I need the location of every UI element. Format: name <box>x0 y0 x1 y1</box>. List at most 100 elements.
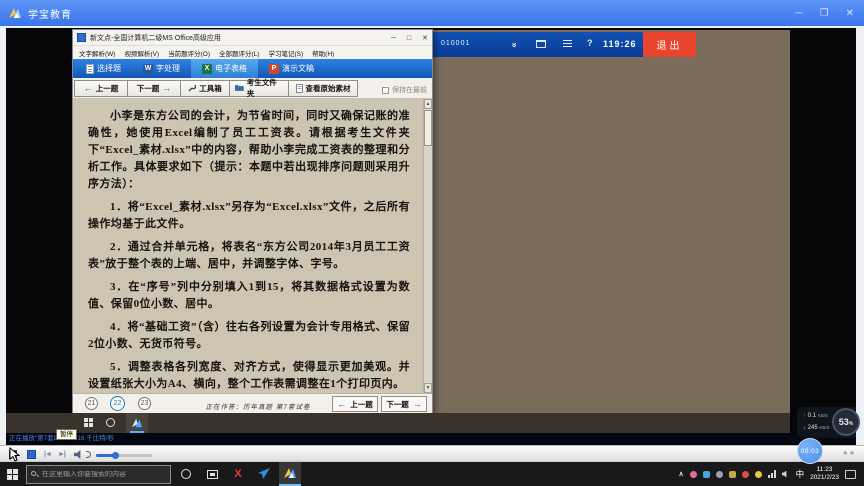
tray-icon[interactable] <box>702 470 710 478</box>
toolbox-button[interactable]: 工具箱 <box>180 79 230 97</box>
tray-icon[interactable] <box>715 470 723 478</box>
system-tray: ∧ 中 11:23 2021/2/23 <box>678 466 864 482</box>
notification-center-icon[interactable] <box>845 469 856 479</box>
app-maximize-icon[interactable]: □ <box>407 35 411 42</box>
start-button[interactable] <box>0 462 24 486</box>
search-input[interactable] <box>42 470 166 478</box>
mouse-cursor-icon <box>9 447 20 462</box>
menu-current-score[interactable]: 当前题评分(O) <box>168 48 210 58</box>
volume-thumb[interactable] <box>112 452 119 459</box>
windows-logo-icon <box>6 468 18 480</box>
remote-cortana-icon <box>106 418 115 427</box>
taskbar-clock[interactable]: 11:23 2021/2/23 <box>810 466 839 482</box>
page-icon <box>295 83 303 93</box>
wrench-icon <box>188 84 197 92</box>
page-circle-23[interactable]: 23 <box>138 397 151 410</box>
question-paragraph: 3．在“序号”列中分别填入1到15，将其数据格式设置为数值、保留0位小数、居中。 <box>88 281 410 310</box>
player-titlebar: 学宝教育 ─ ❐ ✕ <box>0 0 864 26</box>
view-material-button[interactable]: 查看原始素材 <box>288 79 358 97</box>
menu-text-analysis[interactable]: 文字解析(W) <box>79 48 115 58</box>
tab-label: 字处理 <box>156 64 180 73</box>
tray-icon[interactable] <box>754 470 762 478</box>
tab-label: 演示文稿 <box>282 64 314 73</box>
menu-help[interactable]: 帮助(H) <box>312 48 334 58</box>
candidate-id: 010001 <box>441 40 471 47</box>
ime-indicator[interactable]: 中 <box>796 468 805 480</box>
player-close-icon[interactable]: ✕ <box>846 8 854 19</box>
app-close-icon[interactable]: ✕ <box>422 34 428 42</box>
tab-multiple-choice[interactable]: 选择题 <box>75 59 132 78</box>
volume-slider[interactable] <box>96 452 152 459</box>
upload-speed: 0.1 <box>807 413 817 419</box>
taskbar-search[interactable] <box>26 464 171 484</box>
network-icon[interactable] <box>767 470 776 478</box>
more-options-icon[interactable]: ∗∗ <box>842 449 856 457</box>
menu-all-score[interactable]: 全部题评分(L) <box>219 48 259 58</box>
scroll-up-icon[interactable]: ▲ <box>424 99 432 109</box>
speaker-icon[interactable] <box>74 450 81 459</box>
speaker-wave-icon <box>86 451 91 458</box>
footer-next-button[interactable]: 下一题 → <box>381 396 427 412</box>
powerpoint-icon: P <box>269 63 279 74</box>
collapse-icon[interactable]: « <box>509 42 519 47</box>
tab-spreadsheet[interactable]: X 电子表格 <box>191 59 258 78</box>
candidate-folder-button[interactable]: 考生文件夹 <box>229 78 289 98</box>
checkbox-icon <box>382 86 389 94</box>
footer-prev-button[interactable]: ← 上一题 <box>332 396 378 412</box>
keep-on-top-checkbox[interactable]: 保持在最前 <box>382 85 427 95</box>
question-content: 小李是东方公司的会计，为节省时间，同时又确保记账的准确性，她使用Excel编制了… <box>73 99 432 393</box>
tray-expand-icon[interactable]: ∧ <box>678 470 683 478</box>
time-bubble[interactable]: 00:03 <box>797 438 823 464</box>
task-view-icon <box>206 469 218 479</box>
video-area[interactable]: 010001 « ? 119:26 退出 新文点-全国计算机二级MS Offic… <box>6 28 856 433</box>
question-paragraph: 5．调整表格各列宽度、对齐方式，使得显示更加美观。并设置纸张大小为A4、横向，整… <box>88 361 410 390</box>
red-x-app-icon: X <box>234 468 242 480</box>
question-paragraph: 2．通过合并单元格，将表名“东方公司2014年3月员工工资表”放于整个表的上端、… <box>88 241 410 270</box>
prev-question-button[interactable]: ← 上一题 <box>74 79 128 97</box>
remote-active-app-icon <box>126 413 148 433</box>
task-view-button[interactable] <box>201 462 223 486</box>
page-circle-22-selected[interactable]: 22 <box>110 396 125 411</box>
tab-label: 电子表格 <box>215 64 247 73</box>
tray-icon[interactable] <box>741 470 749 478</box>
remote-start-icon <box>84 418 93 427</box>
player-minimize-icon[interactable]: ─ <box>796 8 803 19</box>
player-maximize-icon[interactable]: ❐ <box>820 8 829 19</box>
tray-icon[interactable] <box>689 470 697 478</box>
scrollbar-thumb[interactable] <box>424 110 432 146</box>
answering-status: 正在作答：历年真题 第7套试卷 <box>205 404 311 411</box>
previous-track-icon[interactable]: |◄ <box>44 451 52 458</box>
menu-notes[interactable]: 学习笔记(S) <box>268 48 303 58</box>
exit-button[interactable]: 退出 <box>643 32 696 57</box>
player-app-icon <box>284 468 296 478</box>
tab-presentation[interactable]: P 演示文稿 <box>258 59 325 78</box>
scroll-down-icon[interactable]: ▼ <box>424 383 432 393</box>
menu-video-analysis[interactable]: 视频解析(V) <box>124 48 159 58</box>
word-icon: W <box>143 63 153 74</box>
folder-icon <box>235 85 244 91</box>
list-icon[interactable] <box>563 40 572 49</box>
taskbar-app-player-active[interactable] <box>279 462 301 486</box>
download-speed: 245 <box>807 425 818 431</box>
window-icon[interactable] <box>536 40 546 48</box>
tray-icon[interactable] <box>728 470 736 478</box>
question-paragraph: 小李是东方公司的会计，为节省时间，同时又确保记账的准确性，她使用Excel编制了… <box>88 110 410 190</box>
stop-icon[interactable] <box>27 450 36 459</box>
exam-timer: 119:26 <box>603 39 637 49</box>
cortana-button[interactable] <box>175 462 197 486</box>
arrow-left-icon: ← <box>337 398 347 409</box>
taskbar-app-red[interactable]: X <box>227 462 249 486</box>
content-scrollbar[interactable]: ▲ ▼ <box>423 99 432 393</box>
help-icon[interactable]: ? <box>587 38 593 48</box>
excel-icon: X <box>202 63 212 74</box>
tab-word-processing[interactable]: W 字处理 <box>132 59 191 78</box>
page-circle-21[interactable]: 21 <box>85 397 98 410</box>
app-minimize-icon[interactable]: ─ <box>391 35 396 42</box>
taskbar-app-blue[interactable] <box>253 462 275 486</box>
volume-icon[interactable] <box>781 470 787 478</box>
next-question-button[interactable]: 下一题 → <box>127 79 181 97</box>
next-track-icon[interactable]: ►| <box>58 451 66 458</box>
app-titlebar: 新文点-全国计算机二级MS Office高级应用 ─ □ ✕ <box>73 30 432 46</box>
search-icon <box>31 470 39 478</box>
os-taskbar: X ∧ 中 11:23 2021/2/23 <box>0 462 864 486</box>
